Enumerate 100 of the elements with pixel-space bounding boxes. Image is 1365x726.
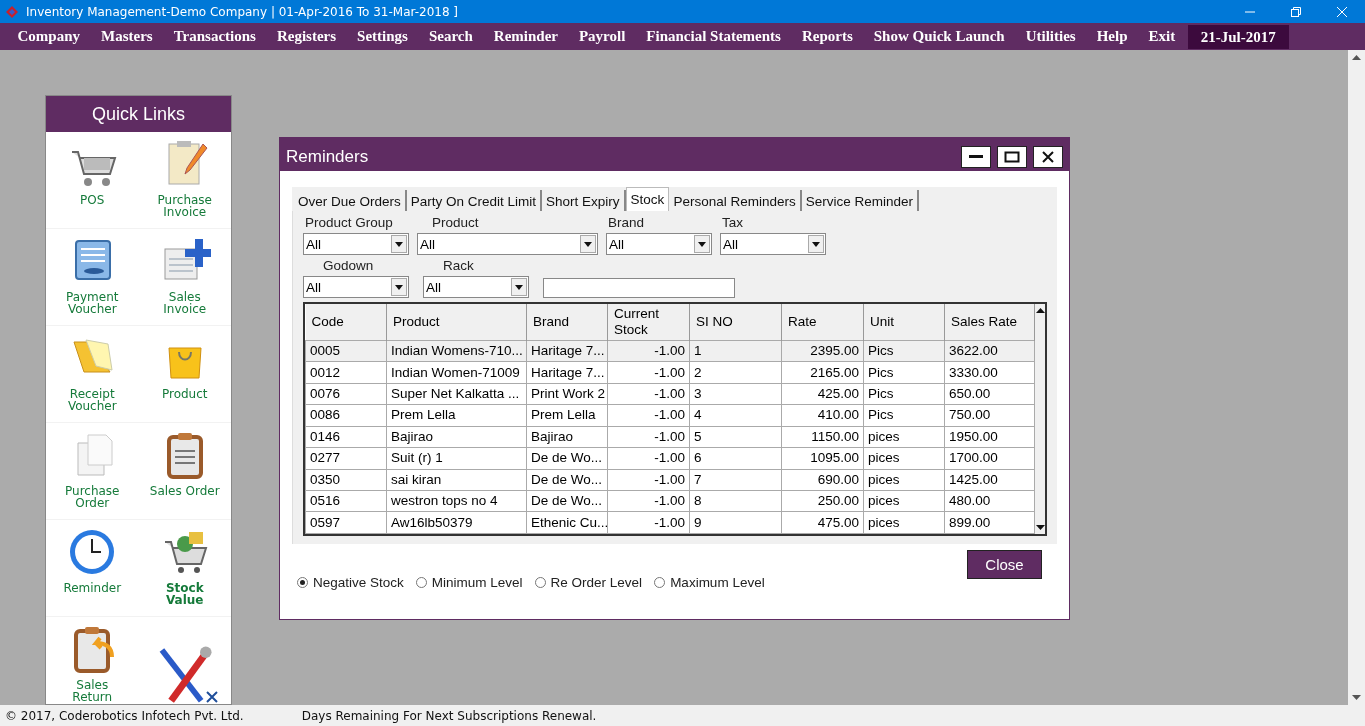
table-cell: pices bbox=[863, 426, 945, 448]
scrollbar[interactable] bbox=[1348, 50, 1365, 705]
table-cell: Prem Lella bbox=[386, 404, 527, 427]
menu-item[interactable]: Financial Statements bbox=[635, 28, 792, 45]
menu-item[interactable]: Search bbox=[418, 28, 484, 45]
dropdown-arrow-icon[interactable] bbox=[395, 284, 403, 290]
menu-item[interactable]: Exit bbox=[1138, 28, 1186, 45]
radio-option[interactable]: Negative Stock bbox=[297, 575, 404, 590]
dropdown-arrow-icon[interactable] bbox=[812, 241, 820, 247]
table-cell: Pics bbox=[863, 383, 945, 405]
quick-link[interactable]: Purchase Invoice bbox=[138, 132, 231, 229]
table-cell: De de Wo... bbox=[526, 490, 608, 512]
column-header[interactable]: Product bbox=[386, 304, 527, 341]
table-cell: Bajirao bbox=[526, 426, 608, 448]
scroll-up-icon[interactable] bbox=[1035, 307, 1045, 313]
maximize-icon bbox=[1004, 150, 1020, 163]
table-cell: pices bbox=[863, 511, 945, 534]
menu-item[interactable]: Help bbox=[1086, 28, 1138, 45]
panel-title: Quick Links bbox=[46, 96, 231, 132]
dropdown-arrow-icon[interactable] bbox=[698, 241, 706, 247]
menu-item[interactable]: Masters bbox=[90, 28, 164, 45]
radio-option[interactable]: Re Order Level bbox=[534, 575, 643, 590]
radio-icon[interactable] bbox=[534, 577, 546, 588]
table-cell: 750.00 bbox=[944, 404, 1035, 427]
filter-label: Tax bbox=[721, 214, 744, 232]
table-cell: 1700.00 bbox=[944, 447, 1035, 470]
table-cell: 6 bbox=[689, 447, 782, 470]
copyright-text: © 2017, Coderobotics Infotech Pvt. Ltd. bbox=[5, 708, 244, 723]
dropdown-arrow-icon[interactable] bbox=[515, 284, 523, 290]
column-header[interactable]: Rate bbox=[781, 304, 864, 341]
dropdown-arrow-icon[interactable] bbox=[395, 241, 403, 247]
table-cell: 7 bbox=[689, 469, 782, 491]
menu-item[interactable]: Reports bbox=[791, 28, 864, 45]
table-cell: 2 bbox=[689, 361, 782, 384]
text-field[interactable] bbox=[543, 278, 735, 298]
column-header[interactable]: Sales Rate bbox=[944, 304, 1035, 341]
table-cell: 1425.00 bbox=[944, 469, 1035, 491]
table-cell: -1.00 bbox=[607, 404, 690, 427]
quick-link[interactable]: Receipt Voucher bbox=[46, 326, 139, 423]
dropdown[interactable]: All bbox=[303, 233, 409, 255]
table-cell: -1.00 bbox=[607, 469, 690, 491]
table-cell: Haritage 7... bbox=[526, 340, 608, 362]
table-cell: Indian Womens-710... bbox=[386, 340, 527, 362]
tab[interactable]: Stock bbox=[625, 187, 670, 211]
table-cell: 4 bbox=[689, 404, 782, 427]
table-cell: Suit (r) 1 bbox=[386, 447, 527, 470]
quick-link[interactable]: POS bbox=[46, 132, 139, 229]
minimize-button[interactable] bbox=[961, 145, 991, 168]
dropdown[interactable]: All bbox=[720, 233, 826, 255]
menu-item[interactable]: Reminder bbox=[483, 28, 569, 45]
dropdown-arrow-icon[interactable] bbox=[584, 241, 592, 247]
radio-icon[interactable] bbox=[297, 577, 308, 588]
filter-label: Rack bbox=[442, 257, 475, 275]
quick-link[interactable]: Product bbox=[138, 326, 231, 423]
quick-link[interactable]: Purchase Order bbox=[46, 423, 139, 520]
column-header[interactable]: Code bbox=[305, 304, 387, 341]
menu-item[interactable]: Settings bbox=[346, 28, 419, 45]
column-header[interactable]: Unit bbox=[863, 304, 945, 341]
column-header[interactable]: Current Stock bbox=[607, 304, 690, 341]
quick-link[interactable]: Stock Value bbox=[138, 520, 231, 617]
scroll-up-icon[interactable] bbox=[1352, 54, 1361, 60]
scroll-down-icon[interactable] bbox=[1035, 525, 1045, 531]
close-button[interactable]: Close bbox=[967, 550, 1042, 579]
table-cell: 3 bbox=[689, 383, 782, 405]
scrollbar[interactable] bbox=[1035, 304, 1045, 534]
table-cell: Pics bbox=[863, 361, 945, 384]
quick-link[interactable]: Reminder bbox=[46, 520, 139, 617]
filter-label: Godown bbox=[322, 257, 375, 275]
quick-link[interactable]: Sales Invoice bbox=[138, 229, 231, 326]
radio-option[interactable]: Maximum Level bbox=[654, 575, 765, 590]
filter-label: Product Group bbox=[304, 214, 394, 232]
menu-item[interactable]: Company bbox=[7, 28, 91, 45]
app-logo-icon bbox=[4, 3, 20, 20]
date-display: 21-Jul-2017 bbox=[1187, 24, 1289, 49]
table-cell: Haritage 7... bbox=[526, 361, 608, 384]
maximize-button[interactable] bbox=[997, 145, 1027, 168]
menu-item[interactable]: Registers bbox=[266, 28, 347, 45]
table-cell: Pics bbox=[863, 340, 945, 362]
menu-item[interactable]: Payroll bbox=[568, 28, 636, 45]
close-button[interactable] bbox=[1033, 145, 1063, 168]
dropdown[interactable]: All bbox=[417, 233, 598, 255]
menu-item[interactable]: Utilities bbox=[1015, 28, 1087, 45]
column-header[interactable]: Brand bbox=[526, 304, 608, 341]
close-icon[interactable] bbox=[205, 690, 219, 704]
menu-item[interactable]: Transactions bbox=[163, 28, 267, 45]
radio-option[interactable]: Minimum Level bbox=[415, 575, 523, 590]
table-cell: -1.00 bbox=[607, 361, 690, 384]
table-cell: 1150.00 bbox=[781, 426, 864, 448]
scroll-down-icon[interactable] bbox=[1352, 695, 1361, 701]
column-header[interactable]: SI NO bbox=[689, 304, 782, 341]
radio-icon[interactable] bbox=[415, 577, 427, 588]
dropdown[interactable]: All bbox=[423, 276, 529, 298]
menu-item[interactable]: Show Quick Launch bbox=[863, 28, 1016, 45]
radio-icon[interactable] bbox=[654, 577, 666, 588]
dropdown[interactable]: All bbox=[303, 276, 409, 298]
close-icon bbox=[1336, 5, 1348, 18]
dropdown[interactable]: All bbox=[606, 233, 712, 255]
quick-link[interactable]: Payment Voucher bbox=[46, 229, 139, 326]
table-cell: 425.00 bbox=[781, 383, 864, 405]
quick-link[interactable]: Sales Order bbox=[138, 423, 231, 520]
